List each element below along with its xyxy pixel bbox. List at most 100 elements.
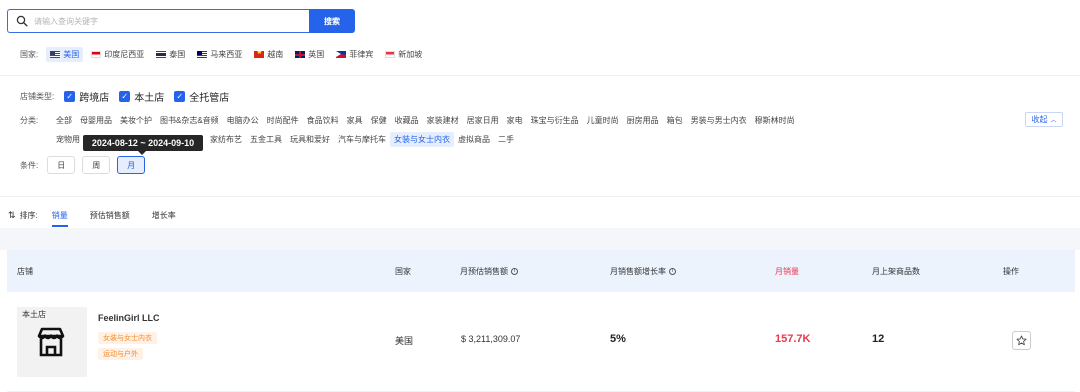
category-option[interactable]: 家具 (343, 113, 367, 128)
category-option[interactable]: 图书&杂志&音频 (156, 113, 223, 128)
table-row (7, 292, 1075, 392)
sort-tab-volume[interactable]: 销量 (51, 205, 68, 227)
country-label: 国家: (20, 50, 39, 59)
sort-tab-est-sales[interactable]: 预估销售额 (90, 205, 130, 225)
condition-filter: 条件: 日 周 月 (20, 156, 146, 174)
category-option[interactable]: 五金工具 (246, 132, 286, 147)
category-option[interactable]: 食品饮料 (303, 113, 343, 128)
category-option[interactable]: 汽车与摩托车 (334, 132, 390, 147)
store-image[interactable]: 本土店 (17, 307, 87, 377)
category-option[interactable]: 保健 (367, 113, 391, 128)
sort-label-wrap: ⇅ 排序: (8, 210, 38, 221)
country-option-thailand[interactable]: 泰国 (152, 47, 189, 62)
favorite-button[interactable] (1012, 331, 1031, 350)
thailand-flag-icon (156, 51, 167, 58)
malaysia-flag-icon (197, 51, 208, 58)
singapore-flag-icon (385, 51, 396, 58)
category-option[interactable]: 虚拟商品 (454, 132, 494, 147)
header-monthly-growth: 月销售额增长率 i (610, 250, 676, 292)
sort-tab-growth[interactable]: 增长率 (152, 205, 176, 225)
category-option[interactable]: 穆斯林时尚 (751, 113, 799, 128)
category-option[interactable]: 家装建材 (423, 113, 463, 128)
country-option-indonesia[interactable]: 印度尼西亚 (87, 47, 148, 62)
country-option-vietnam[interactable]: 越南 (250, 47, 287, 62)
checkbox-cross-border[interactable]: ✓ 跨境店 (64, 89, 109, 104)
country-option-singapore[interactable]: 新加坡 (381, 47, 426, 62)
store-name[interactable]: FeelinGirl LLC (98, 313, 160, 323)
header-monthly-volume[interactable]: 月销量 (775, 250, 799, 292)
indonesia-flag-icon (91, 51, 102, 58)
search-icon (16, 15, 28, 27)
category-option[interactable]: 居家日用 (463, 113, 503, 128)
search-field[interactable] (7, 9, 309, 33)
category-option[interactable]: 美妆个护 (116, 113, 156, 128)
cell-country: 美国 (395, 336, 414, 346)
store-type-label: 店铺类型: (20, 92, 55, 101)
checkbox-fully-managed[interactable]: ✓ 全托管店 (174, 89, 229, 104)
category-option[interactable]: 箱包 (663, 113, 687, 128)
country-option-malaysia[interactable]: 马来西亚 (193, 47, 246, 62)
country-option-label: 泰国 (169, 50, 186, 59)
category-option[interactable]: 电脑办公 (223, 113, 263, 128)
country-option-label: 越南 (267, 50, 284, 59)
country-filter: 国家: 美国 印度尼西亚 泰国 马来西亚 越南 英国 菲律宾 (20, 47, 426, 62)
category-option[interactable]: 母婴用品 (76, 113, 116, 128)
star-icon (1016, 335, 1027, 346)
country-option-uk[interactable]: 英国 (291, 47, 328, 62)
header-store: 店铺 (17, 266, 33, 276)
checkbox-label: 跨境店 (79, 93, 110, 104)
country-option-philippines[interactable]: 菲律宾 (332, 47, 377, 62)
sort-label: 排序: (19, 210, 38, 220)
divider (0, 196, 1080, 197)
condition-month-button[interactable]: 月 (117, 156, 146, 174)
search-button[interactable]: 搜索 (309, 9, 355, 33)
header-monthly-new-products: 月上架商品数 (872, 266, 920, 276)
vietnam-flag-icon (254, 51, 265, 58)
category-option[interactable]: 厨房用品 (623, 113, 663, 128)
info-icon[interactable]: i (669, 267, 676, 275)
category-option[interactable]: 二手 (494, 132, 518, 147)
collapse-button[interactable]: 收起 ︿ (1025, 112, 1063, 127)
country-option-label: 菲律宾 (349, 50, 374, 59)
country-option-label: 新加坡 (398, 50, 423, 59)
category-option[interactable]: 家纺布艺 (206, 132, 246, 147)
header-monthly-est-sales: 月预估销售额 i (460, 250, 518, 292)
cell-monthly-est-sales: $ 3,211,309.07 (461, 334, 521, 344)
header-actions: 操作 (1003, 266, 1019, 276)
header-label: 月预估销售额 (460, 266, 508, 276)
sort-bar: ⇅ 排序: 销量 预估销售额 增长率 (8, 205, 198, 227)
category-option[interactable]: 宠物用 (52, 132, 84, 147)
cell-monthly-new-products: 12 (872, 333, 885, 345)
sort-icon: ⇅ (8, 209, 16, 220)
info-icon[interactable]: i (511, 267, 518, 275)
category-option[interactable]: 家电 (503, 113, 527, 128)
checkmark-icon: ✓ (119, 91, 131, 102)
table-header: 店铺 国家 月预估销售额 i 月销售额增长率 i 月销量 月上架商品数 操作 (7, 250, 1075, 292)
category-option[interactable]: 珠宝与衍生品 (527, 113, 583, 128)
category-option[interactable]: 玩具和爱好 (286, 132, 334, 147)
category-option[interactable]: 时尚配件 (263, 113, 303, 128)
philippines-flag-icon (336, 51, 347, 58)
country-option-us[interactable]: 美国 (46, 47, 84, 62)
search-input[interactable] (34, 16, 294, 26)
checkbox-local[interactable]: ✓ 本土店 (119, 89, 164, 104)
category-option[interactable]: 女装与女士内衣 (390, 132, 454, 147)
country-option-label: 英国 (308, 50, 325, 59)
store-type-tag: 本土店 (22, 310, 46, 319)
country-option-label: 印度尼西亚 (104, 50, 145, 59)
category-option[interactable]: 儿童时尚 (583, 113, 623, 128)
condition-week-button[interactable]: 周 (82, 156, 111, 174)
country-option-label: 美国 (63, 50, 80, 59)
divider (0, 75, 1080, 76)
condition-day-button[interactable]: 日 (47, 156, 76, 174)
checkmark-icon: ✓ (174, 91, 186, 102)
date-range-tooltip: 2024-08-12 ~ 2024-09-10 (83, 135, 203, 155)
store-type-filter: 店铺类型: ✓ 跨境店 ✓ 本土店 ✓ 全托管店 (20, 89, 229, 104)
category-option[interactable]: 收藏品 (391, 113, 423, 128)
condition-label: 条件: (20, 160, 39, 170)
checkbox-label: 全托管店 (189, 93, 230, 104)
category-option[interactable]: 男装与男士内衣 (687, 113, 751, 128)
checkbox-label: 本土店 (134, 93, 165, 104)
collapse-label: 收起 (1031, 115, 1048, 124)
category-option[interactable]: 全部 (52, 113, 76, 128)
